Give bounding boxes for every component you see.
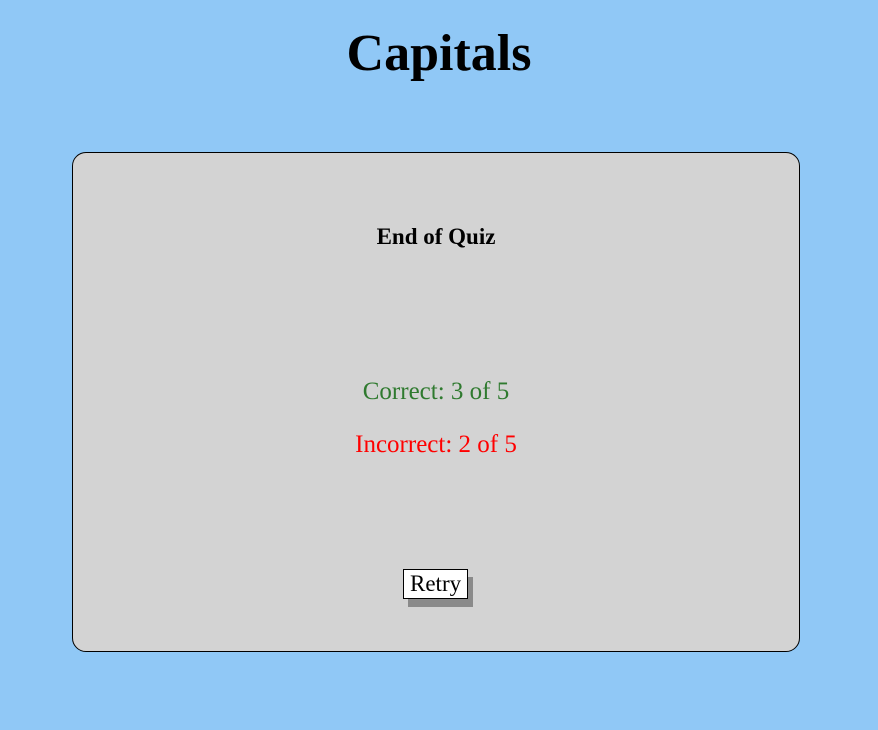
correct-score: Correct: 3 of 5 <box>362 378 510 405</box>
incorrect-score: Incorrect: 2 of 5 <box>355 431 517 458</box>
retry-button[interactable]: Retry <box>403 569 469 599</box>
end-of-quiz-heading: End of Quiz <box>376 224 496 249</box>
quiz-results-card: End of Quiz Correct: 3 of 5 Incorrect: 2… <box>72 152 800 652</box>
page-title: Capitals <box>346 25 532 82</box>
